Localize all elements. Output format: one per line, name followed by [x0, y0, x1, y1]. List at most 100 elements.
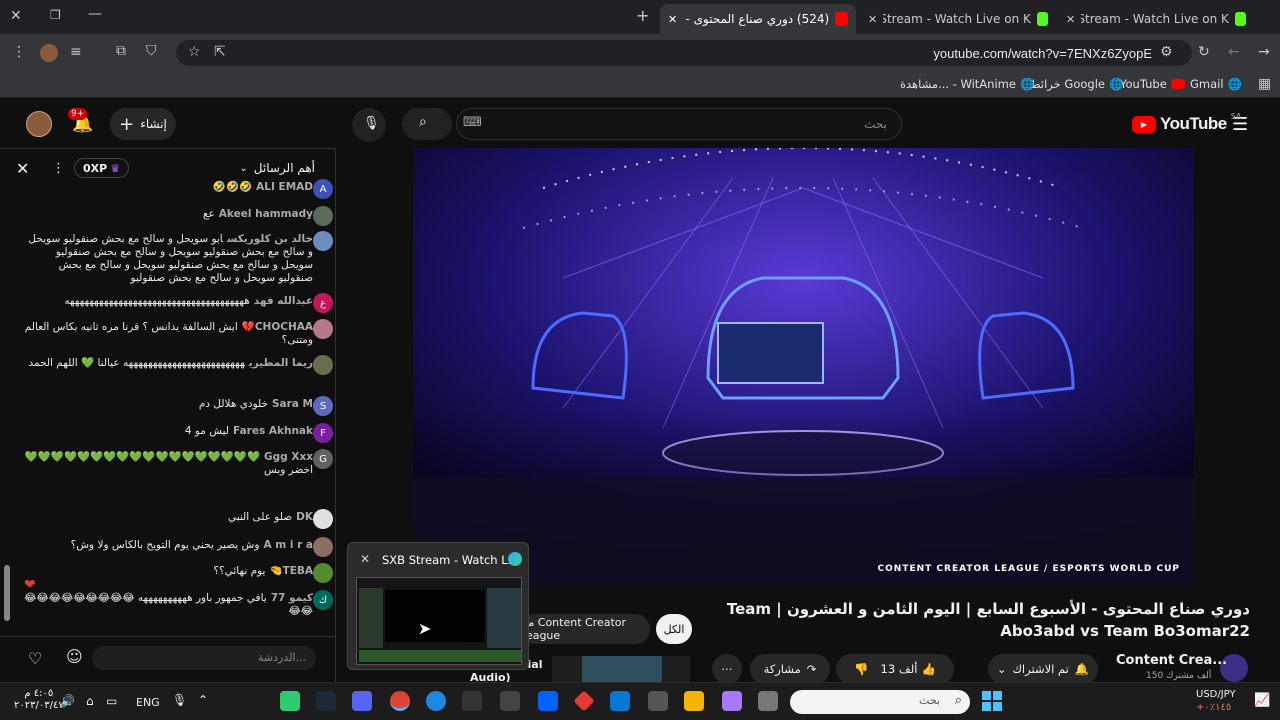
- microphone-tray-icon[interactable]: 🎙: [172, 693, 187, 707]
- steam-icon[interactable]: [316, 691, 336, 711]
- volume-icon[interactable]: 🔊: [60, 694, 75, 708]
- chat-input[interactable]: الدردشة...: [92, 646, 316, 670]
- search-input[interactable]: بحث ⌨: [456, 108, 902, 140]
- points-badge[interactable]: 0XP ♛: [74, 158, 130, 178]
- like-icon[interactable]: 👍: [921, 662, 935, 676]
- keyboard-icon[interactable]: ⌨: [463, 115, 482, 130]
- notifications-button[interactable]: 🔔 9+: [68, 108, 93, 134]
- chat-author[interactable]: خالد بن كلوريكس: [227, 233, 313, 245]
- reading-list-icon[interactable]: ≡: [70, 44, 82, 60]
- video-player[interactable]: CONTENT CREATOR LEAGUE / ESPORTS WORLD C…: [413, 148, 1194, 586]
- chat-avatar[interactable]: ك: [313, 590, 333, 610]
- stock-widget[interactable]: USD/JPY +١٤٥٪٠: [1196, 688, 1236, 714]
- chat-author[interactable]: TEBA🤏: [269, 565, 313, 577]
- app-icon-14[interactable]: [758, 691, 778, 711]
- dislike-icon[interactable]: 👎: [854, 662, 868, 676]
- chat-scrollbar[interactable]: [4, 193, 10, 623]
- chip-channel[interactable]: من Content Creator League: [520, 614, 650, 644]
- chat-author[interactable]: Fares Akhnak: [233, 425, 313, 437]
- search-button[interactable]: ⌕: [402, 108, 452, 140]
- chat-author[interactable]: ALI EMAD: [256, 181, 313, 193]
- channel-name[interactable]: Content Crea...: [1116, 653, 1227, 668]
- chat-avatar[interactable]: [313, 319, 333, 339]
- create-button[interactable]: إنشاء +: [110, 108, 176, 140]
- tab-close-icon[interactable]: ✕: [1066, 13, 1075, 26]
- dropbox-icon[interactable]: [538, 691, 558, 711]
- minimize-window-icon[interactable]: —: [88, 6, 102, 22]
- app-icon-7[interactable]: [500, 691, 520, 711]
- app-icon-13[interactable]: [722, 691, 742, 711]
- bookmark-youtube[interactable]: YouTube: [1120, 77, 1185, 91]
- outlook-icon[interactable]: [610, 691, 630, 711]
- chat-author[interactable]: ريما المطيري: [249, 357, 313, 369]
- discord-icon[interactable]: [352, 691, 372, 711]
- chat-avatar[interactable]: [313, 355, 333, 375]
- bookmark-google-maps[interactable]: خرائط Google 🌐: [1030, 77, 1123, 91]
- tab-mjrm[interactable]: Mjrm Stream - Watch Live on K ✕: [860, 4, 1056, 34]
- chat-author[interactable]: DK: [296, 511, 313, 523]
- chat-author[interactable]: CHOCHAA💔: [242, 321, 313, 333]
- taskbar-preview-popup[interactable]: ✕ SXB Stream - Watch L... ➤: [347, 542, 529, 670]
- chat-avatar[interactable]: S: [313, 396, 333, 416]
- chat-avatar[interactable]: ع: [313, 293, 333, 313]
- close-window-icon[interactable]: ✕: [10, 8, 22, 24]
- clock[interactable]: ٤:٠٥ م ٢٠٢٣/٠٣/٤٧: [14, 688, 64, 712]
- tab-active[interactable]: (524) دوري صناع المحتوى - ال ✕: [660, 4, 856, 34]
- back-icon[interactable]: →: [1258, 44, 1270, 60]
- extensions-icon[interactable]: ⧉: [116, 43, 126, 59]
- tab-nxv7[interactable]: Nxv7 Stream - Watch Live on K ✕: [1058, 4, 1254, 34]
- related-video-item[interactable]: [552, 656, 690, 682]
- chat-author[interactable]: Akeel hammady: [219, 208, 313, 220]
- file-explorer-icon[interactable]: [684, 691, 704, 711]
- voice-search-button[interactable]: 🎙: [352, 108, 386, 142]
- subscribed-button[interactable]: ⌄ تم الاشتراك 🔔: [988, 654, 1098, 684]
- chat-avatar[interactable]: [313, 537, 333, 557]
- chat-author[interactable]: A m i r a: [263, 539, 313, 551]
- profile-avatar-icon[interactable]: [40, 44, 58, 62]
- chip-all[interactable]: الكل: [656, 614, 692, 644]
- display-icon[interactable]: ▭: [106, 694, 117, 708]
- chat-avatar[interactable]: F: [313, 423, 333, 443]
- heart-icon[interactable]: ♡: [28, 649, 42, 668]
- edge-taskbar-icon[interactable]: [426, 691, 446, 711]
- share-button[interactable]: مشاركة ↷: [750, 654, 830, 684]
- chat-avatar[interactable]: A: [313, 179, 333, 199]
- chat-author[interactable]: Ggg Xxx: [264, 451, 313, 463]
- chat-avatar[interactable]: [313, 509, 333, 529]
- epic-games-icon[interactable]: [462, 691, 482, 711]
- bookmark-witanime[interactable]: مشاهدة... - WitAnime 🌐: [900, 77, 1034, 91]
- chevron-up-icon[interactable]: ⌃: [198, 693, 208, 707]
- youtube-logo[interactable]: ▶ YouTube SA: [1132, 112, 1241, 134]
- install-app-icon[interactable]: ⇱: [214, 44, 226, 60]
- language-indicator[interactable]: ENG: [136, 696, 160, 709]
- network-icon[interactable]: ⌂: [86, 694, 94, 708]
- account-avatar[interactable]: [26, 111, 52, 137]
- restore-window-icon[interactable]: ❐: [50, 8, 61, 22]
- chat-avatar[interactable]: [313, 231, 333, 251]
- bookmark-gmail[interactable]: Gmail 🌐: [1190, 77, 1242, 91]
- emoji-icon[interactable]: ☺: [66, 647, 83, 666]
- url-text[interactable]: youtube.com/watch?v=7ENXz6ZyopE: [933, 46, 1152, 61]
- reload-icon[interactable]: ↻: [1198, 44, 1210, 60]
- chat-avatar[interactable]: [313, 206, 333, 226]
- chrome-icon[interactable]: [390, 691, 410, 711]
- chat-author[interactable]: كيمو 77: [271, 592, 313, 604]
- chat-author[interactable]: Sara M: [272, 398, 313, 410]
- bookmark-star-icon[interactable]: ☆: [188, 44, 201, 60]
- app-icon-1[interactable]: [280, 691, 300, 711]
- new-tab-icon[interactable]: +: [636, 6, 649, 25]
- taskbar-search[interactable]: بحث ⌕: [790, 690, 970, 714]
- tab-close-icon[interactable]: ✕: [668, 13, 677, 26]
- chat-author[interactable]: عبدالله فهد: [254, 295, 313, 307]
- chat-avatar[interactable]: [313, 563, 333, 583]
- chat-mode-dropdown[interactable]: أهم الرسائل ⌄: [239, 161, 315, 175]
- store-icon[interactable]: [648, 691, 668, 711]
- more-actions-button[interactable]: ⋯: [712, 654, 742, 684]
- more-options-icon[interactable]: ⋮: [52, 161, 65, 176]
- apps-grid-icon[interactable]: ▦: [1258, 76, 1271, 92]
- chat-avatar[interactable]: G: [313, 449, 333, 469]
- close-preview-icon[interactable]: ✕: [360, 552, 370, 566]
- forward-icon[interactable]: ←: [1228, 44, 1240, 60]
- site-settings-icon[interactable]: ⚙: [1160, 44, 1173, 60]
- menu-icon[interactable]: ⋮: [12, 44, 26, 60]
